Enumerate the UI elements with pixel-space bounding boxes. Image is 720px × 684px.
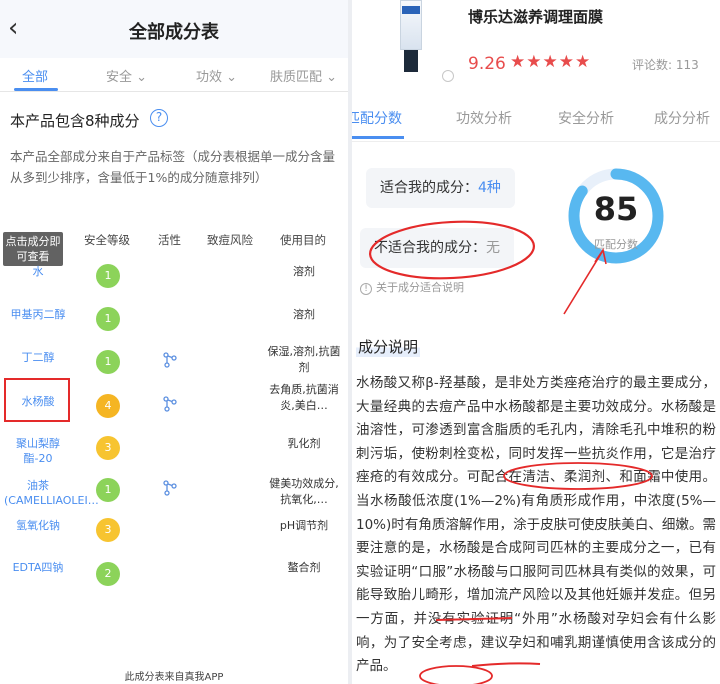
ingredient-purpose: 乳化剂: [287, 437, 321, 450]
ingredient-name[interactable]: 聚山梨醇酯-20: [4, 436, 72, 466]
molecule-icon: [163, 396, 177, 412]
safety-badge: 1: [96, 350, 120, 374]
match-score-value: 85: [593, 190, 639, 228]
ingredient-purpose: pH调节剂: [279, 519, 329, 532]
active-tab-indicator: [14, 88, 58, 91]
ingredient-name[interactable]: 油茶(CAMELLIAOLEI…: [4, 478, 99, 508]
ingredient-purpose: 去角质,抗菌消炎,美白…: [269, 383, 339, 412]
product-rating: 9.26: [468, 54, 506, 74]
safety-badge: 1: [96, 478, 120, 502]
source-description: 本产品全部成分来自于产品标签（成分表根据单一成分含量从多到少排序，含量低于1%的…: [10, 149, 336, 185]
tab-safety[interactable]: 安全 ⌄: [106, 66, 147, 85]
safety-badge: 4: [96, 394, 120, 418]
section-title: 成分说明: [356, 336, 421, 357]
tab-safety-analysis[interactable]: 安全分析: [558, 108, 614, 128]
ingredient-purpose: 保湿,溶剂,抗菌剂: [267, 345, 341, 374]
analysis-tabs: 匹配分数 功效分析 安全分析 成分分析: [352, 98, 720, 142]
suitability-info-link[interactable]: ! 关于成分适合说明: [360, 279, 464, 295]
tab-efficacy-analysis[interactable]: 功效分析: [456, 108, 512, 128]
search-icon[interactable]: [442, 70, 454, 82]
page-title: 全部成分表: [129, 22, 219, 43]
chevron-down-icon: ⌄: [132, 70, 148, 85]
navigation-bar: ‹ 全部成分表: [0, 0, 348, 58]
safety-badge: 2: [96, 562, 120, 586]
molecule-icon: [163, 352, 177, 368]
ingredient-purpose: 溶剂: [293, 265, 315, 278]
ingredient-list-screen: ‹ 全部成分表 全部 安全 ⌄ 功效 ⌄ 肤质匹配 ⌄ 本产品包含8种成分 ? …: [0, 0, 348, 684]
unsuitable-ingredients[interactable]: 不适合我的成分：无: [360, 228, 514, 268]
table-row[interactable]: EDTA四钠 2 螯合剂: [0, 560, 348, 614]
ingredient-name[interactable]: EDTA四钠: [4, 560, 72, 575]
ingredient-purpose: 健美功效成分,抗氧化,…: [269, 477, 339, 506]
chevron-down-icon: ⌄: [222, 70, 238, 85]
tab-efficacy[interactable]: 功效 ⌄: [196, 66, 237, 85]
ingredient-name[interactable]: 甲基丙二醇: [4, 307, 72, 322]
tab-skin-match[interactable]: 肤质匹配 ⌄: [270, 66, 337, 85]
source-footer: 此成分表来自真我APP: [124, 672, 224, 683]
suitable-ingredients[interactable]: 适合我的成分：4种: [366, 168, 515, 208]
suitable-count: 4种: [478, 180, 501, 196]
ingredient-purpose: 溶剂: [293, 308, 315, 321]
tab-match-score[interactable]: 匹配分数: [352, 108, 402, 128]
ingredient-purpose: 螯合剂: [287, 561, 321, 574]
table-row[interactable]: 聚山梨醇酯-20 3 乳化剂: [0, 424, 348, 478]
product-name: 博乐达滋养调理面膜: [468, 8, 604, 26]
highlight-box-annotation: [4, 378, 70, 422]
unsuitable-count: 无: [486, 240, 500, 256]
ingredient-count-heading: 本产品包含8种成分: [10, 112, 140, 130]
ingredient-explanation: 水杨酸又称β-羟基酸，是非处方类痤疮治疗的最主要成分，大量经典的去痘产品中水杨酸…: [356, 375, 717, 675]
ingredient-name[interactable]: 氢氧化钠: [4, 518, 72, 533]
highlight-fetal-risk: 导致胎儿畸形: [369, 587, 454, 604]
safety-badge: 3: [96, 436, 120, 460]
ingredient-name[interactable]: 丁二醇: [4, 350, 72, 365]
safety-badge: 1: [96, 307, 120, 331]
review-count[interactable]: 评论数: 113: [632, 56, 699, 73]
safety-badge: 3: [96, 518, 120, 542]
column-header-purpose: 使用目的: [280, 233, 326, 247]
product-image[interactable]: [398, 0, 424, 74]
star-rating: ★★★★★: [510, 52, 592, 72]
info-icon: !: [360, 283, 372, 295]
match-score-label: 匹配分数: [594, 238, 638, 251]
active-tab-indicator: [352, 136, 404, 139]
column-header-acne-risk: 致痘风险: [207, 233, 253, 247]
tab-ingredient-analysis[interactable]: 成分分析: [654, 108, 710, 128]
match-analysis-screen: 博乐达滋养调理面膜 9.26 ★★★★★ 评论数: 113 匹配分数 功效分析 …: [352, 0, 720, 684]
help-icon[interactable]: ?: [150, 109, 168, 127]
highlight-caution-use: 孕妇和哺乳期谨慎使用: [508, 634, 648, 651]
ingredient-name[interactable]: 水: [4, 264, 72, 279]
filter-tabs: 全部 安全 ⌄ 功效 ⌄ 肤质匹配 ⌄: [0, 58, 348, 92]
chevron-down-icon: ⌄: [322, 70, 338, 85]
tab-all[interactable]: 全部: [22, 66, 48, 85]
molecule-icon: [163, 480, 177, 496]
column-header-safety: 安全等级: [84, 233, 130, 247]
column-header-activity: 活性: [158, 233, 181, 247]
safety-badge: 1: [96, 264, 120, 288]
